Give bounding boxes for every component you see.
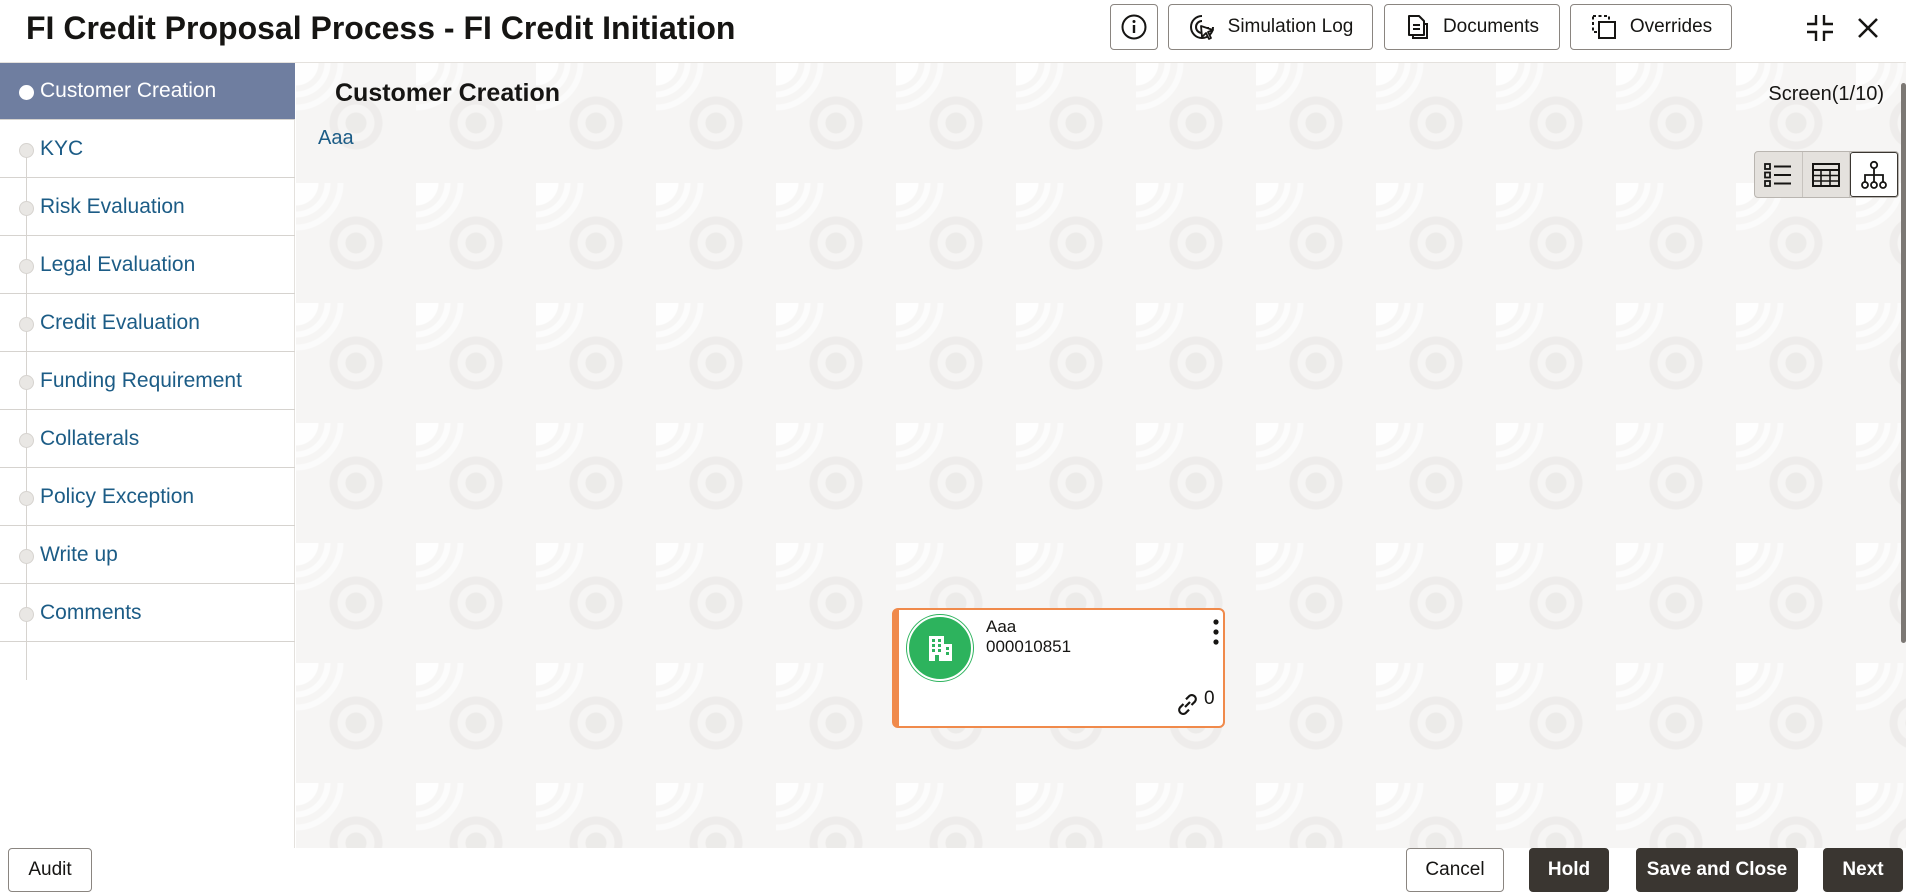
overrides-label: Overrides (1629, 16, 1713, 37)
step-indicator (19, 607, 34, 622)
customer-id: 000010851 (986, 637, 1072, 656)
table-view-icon (1812, 162, 1840, 187)
step-indicator (19, 317, 34, 332)
sidebar-item-risk-evaluation[interactable]: Risk Evaluation (0, 179, 295, 236)
simulation-icon (1189, 15, 1214, 40)
scrollbar-thumb[interactable] (1901, 83, 1906, 643)
documents-label: Documents (1442, 16, 1540, 37)
link-icon (1178, 694, 1197, 715)
step-indicator (19, 259, 34, 274)
sidebar-item-label: Credit Evaluation (40, 311, 200, 334)
sidebar-item-customer-creation[interactable]: Customer Creation (0, 63, 295, 120)
sidebar-item-write-up[interactable]: Write up (0, 527, 295, 584)
section-title: Customer Creation (335, 79, 561, 107)
main-content: Customer Creation Screen(1/10) Aaa Aaa 0… (296, 63, 1906, 848)
list-view-button[interactable] (1755, 152, 1803, 197)
table-view-button[interactable] (1803, 152, 1851, 197)
hold-button[interactable]: Hold (1529, 848, 1609, 892)
sidebar-item-label: Funding Requirement (40, 369, 242, 392)
step-indicator (19, 491, 34, 506)
simulation-log-button[interactable]: Simulation Log (1168, 4, 1373, 50)
building-icon (929, 636, 952, 661)
overrides-button[interactable]: Overrides (1570, 4, 1732, 50)
compress-button[interactable] (1802, 10, 1838, 46)
close-button[interactable] (1850, 10, 1886, 46)
sidebar-item-kyc[interactable]: KYC (0, 121, 295, 178)
close-icon (1858, 18, 1878, 38)
avatar (907, 615, 973, 681)
linked-entities-button[interactable] (1173, 692, 1201, 723)
documents-icon (1407, 15, 1428, 39)
customer-card[interactable]: Aaa 000010851 0 (892, 608, 1225, 728)
hierarchy-view-icon (1861, 160, 1888, 189)
cancel-button[interactable]: Cancel (1406, 848, 1504, 892)
sidebar-item-label: Legal Evaluation (40, 253, 196, 276)
list-view-icon (1764, 162, 1792, 187)
sidebar-item-funding-requirement[interactable]: Funding Requirement (0, 353, 295, 410)
overrides-icon (1591, 15, 1616, 39)
sidebar-item-label: Collaterals (40, 427, 140, 450)
sidebar-item-legal-evaluation[interactable]: Legal Evaluation (0, 237, 295, 294)
sidebar-item-label: KYC (40, 137, 84, 160)
page-title: FI Credit Proposal Process - FI Credit I… (26, 10, 736, 46)
sidebar-item-label: Risk Evaluation (40, 195, 185, 218)
step-indicator (19, 85, 34, 100)
sidebar-item-credit-evaluation[interactable]: Credit Evaluation (0, 295, 295, 352)
page-header: FI Credit Proposal Process - FI Credit I… (0, 0, 1906, 63)
sidebar-item-policy-exception[interactable]: Policy Exception (0, 469, 295, 526)
customer-name: Aaa (986, 617, 1017, 636)
audit-button[interactable]: Audit (8, 848, 92, 892)
sidebar-item-collaterals[interactable]: Collaterals (0, 411, 295, 468)
link-count: 0 (1204, 688, 1215, 709)
breadcrumb[interactable]: Aaa (318, 127, 354, 150)
sidebar-item-comments[interactable]: Comments (0, 585, 295, 642)
documents-button[interactable]: Documents (1384, 4, 1560, 50)
sidebar-item-label: Customer Creation (40, 79, 217, 102)
sidebar-item-label: Policy Exception (40, 485, 195, 508)
simulation-log-label: Simulation Log (1227, 16, 1354, 37)
step-indicator (19, 549, 34, 564)
sidebar-item-label: Write up (40, 543, 118, 566)
compress-icon (1807, 15, 1833, 41)
main-scrollbar[interactable] (1900, 63, 1906, 848)
screen-counter: Screen(1/10) (1768, 83, 1884, 105)
view-toggle (1754, 151, 1899, 198)
hierarchy-view-button[interactable] (1850, 152, 1899, 197)
next-button[interactable]: Next (1823, 848, 1903, 892)
info-button[interactable] (1110, 4, 1158, 50)
save-and-close-button[interactable]: Save and Close (1636, 848, 1798, 892)
step-indicator (19, 143, 34, 158)
step-indicator (19, 375, 34, 390)
train-stop-sidebar: Customer Creation KYC Risk Evaluation Le… (0, 63, 295, 848)
info-icon (1121, 14, 1147, 40)
sidebar-item-label: Comments (40, 601, 142, 624)
step-indicator (19, 201, 34, 216)
card-menu-button[interactable] (1209, 616, 1223, 648)
more-vertical-icon (1213, 619, 1219, 645)
step-indicator (19, 433, 34, 448)
